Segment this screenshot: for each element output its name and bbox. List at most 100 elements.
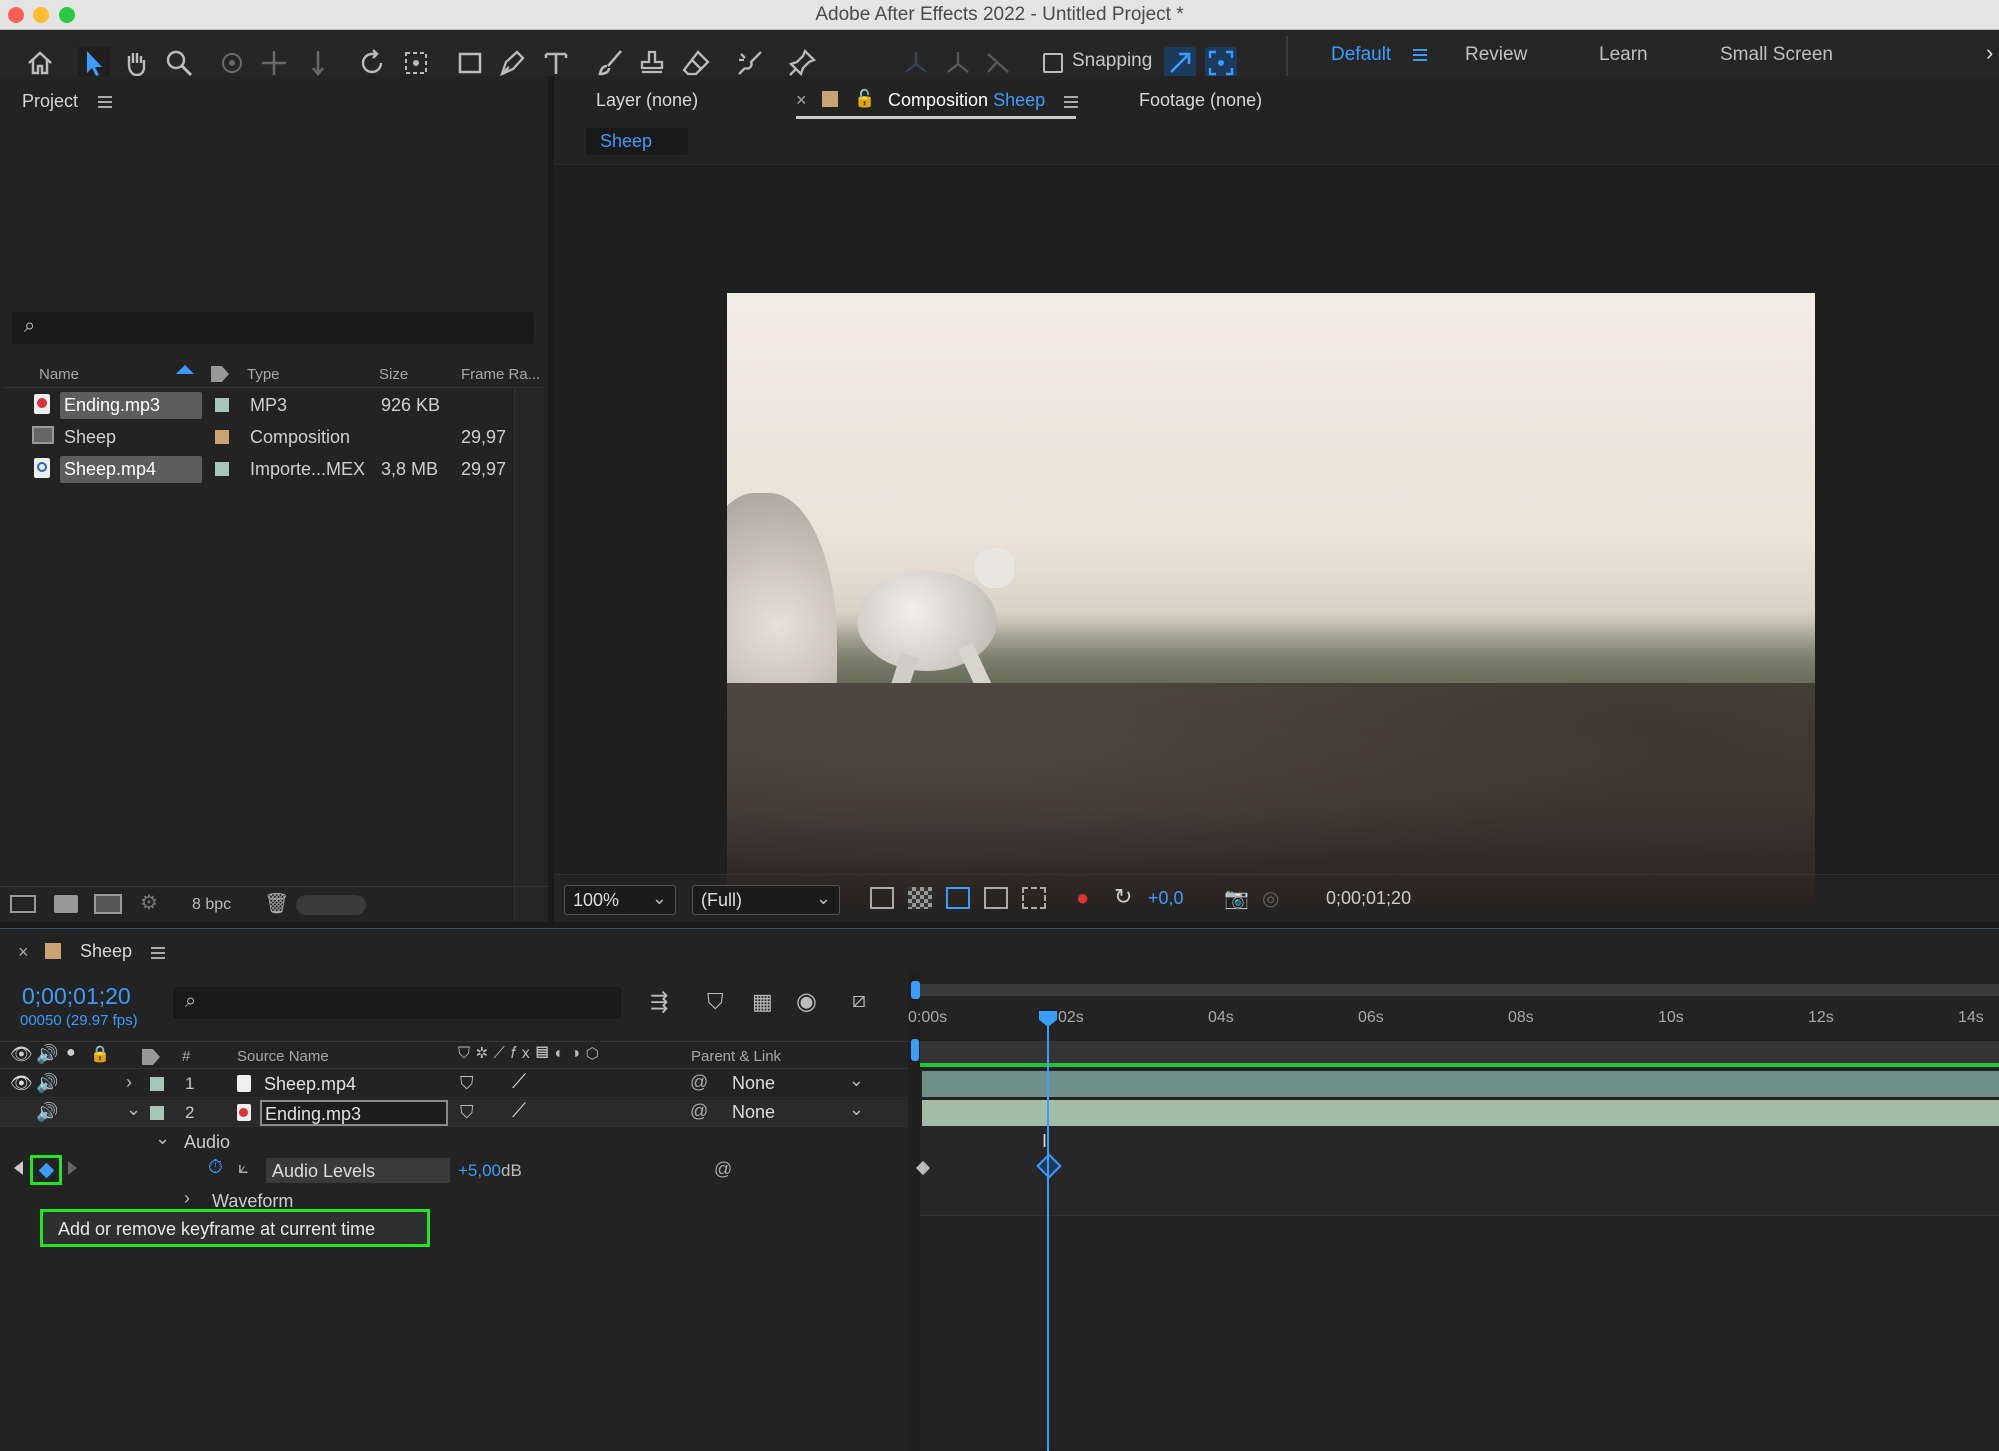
- snap-edges-icon[interactable]: [1164, 47, 1196, 79]
- pick-whip-icon[interactable]: @: [690, 1072, 708, 1093]
- timeline-menu-icon[interactable]: [151, 944, 165, 962]
- shy-switch-icon[interactable]: ⛉: [460, 1102, 474, 1123]
- region-of-interest-icon[interactable]: [984, 887, 1008, 909]
- close-timeline-icon[interactable]: ×: [18, 942, 29, 963]
- shy-layers-icon[interactable]: ⛉: [707, 989, 724, 1015]
- quality-switch-icon[interactable]: ⟋: [512, 1100, 526, 1123]
- hand-tool-icon[interactable]: [120, 47, 152, 79]
- expression-pick-whip-icon[interactable]: @: [714, 1159, 732, 1180]
- thumbnail-slider[interactable]: [296, 895, 366, 915]
- eraser-icon[interactable]: [680, 47, 712, 79]
- close-tab-icon[interactable]: ×: [796, 90, 807, 111]
- trash-icon[interactable]: 🗑: [264, 891, 289, 916]
- workspace-default[interactable]: Default: [1331, 44, 1391, 66]
- snapping-checkbox[interactable]: [1043, 53, 1063, 73]
- pan-camera-icon[interactable]: [258, 47, 290, 79]
- graph-editor-icon[interactable]: ⧄: [852, 987, 866, 1013]
- grid-guides-icon[interactable]: [1022, 887, 1046, 909]
- orbit-camera-icon[interactable]: [216, 47, 248, 79]
- audio-level-value[interactable]: +5,00: [458, 1161, 501, 1180]
- axis-world-icon[interactable]: [942, 47, 974, 79]
- mask-path-visibility-icon[interactable]: [946, 887, 970, 909]
- snap-features-icon[interactable]: [1205, 47, 1237, 79]
- expand-chevron-icon[interactable]: ›: [126, 1072, 132, 1093]
- roto-brush-icon[interactable]: [734, 47, 766, 79]
- project-item-ending-mp3[interactable]: Ending.mp3 MP3 926 KB ⚇: [4, 390, 537, 420]
- add-remove-keyframe-button[interactable]: [30, 1155, 62, 1185]
- composition-menu-icon[interactable]: [1064, 93, 1078, 111]
- pan-behind-icon[interactable]: [400, 47, 432, 79]
- property-value[interactable]: +5,00dB: [458, 1161, 522, 1181]
- parent-dropdown[interactable]: None ⌄: [722, 1099, 872, 1125]
- selection-tool-icon[interactable]: [78, 47, 110, 79]
- tab-composition[interactable]: Composition Sheep: [888, 90, 1045, 111]
- audio-levels-row[interactable]: ⏱ ⟀ Audio Levels +5,00dB @: [0, 1155, 908, 1185]
- composition-frame[interactable]: [727, 293, 1815, 905]
- type-tool-icon[interactable]: [540, 47, 572, 79]
- video-visibility-icon[interactable]: 👁: [10, 1073, 33, 1094]
- workspace-learn[interactable]: Learn: [1599, 44, 1648, 66]
- collapse-chevron-icon[interactable]: ⌄: [155, 1128, 170, 1149]
- work-area-marker[interactable]: [911, 1039, 919, 1061]
- dolly-camera-icon[interactable]: [302, 47, 334, 79]
- shy-switch-icon[interactable]: ⛉: [460, 1073, 474, 1094]
- work-area-start-handle[interactable]: [911, 981, 920, 999]
- new-composition-icon[interactable]: [94, 894, 122, 914]
- new-folder-icon[interactable]: [54, 895, 78, 913]
- project-menu-icon[interactable]: [98, 93, 112, 111]
- fast-previews-icon[interactable]: [870, 887, 894, 909]
- project-search-input[interactable]: ⌕: [12, 312, 534, 344]
- project-item-sheep-mp4[interactable]: Sheep.mp4 Importe...MEX 3,8 MB 29,97: [4, 454, 514, 484]
- label-swatch[interactable]: [215, 462, 229, 476]
- magnification-dropdown[interactable]: 100% ⌄: [564, 885, 676, 915]
- tab-layer[interactable]: Layer (none): [596, 90, 698, 111]
- lock-icon[interactable]: 🔓: [854, 89, 875, 109]
- layer-label-swatch[interactable]: [150, 1077, 164, 1091]
- timeline-search-input[interactable]: ⌕: [173, 987, 621, 1019]
- rectangle-tool-icon[interactable]: [454, 47, 486, 79]
- previous-keyframe-icon[interactable]: [14, 1161, 23, 1175]
- resolution-dropdown[interactable]: (Full) ⌄: [692, 885, 840, 915]
- timeline-comp-name[interactable]: Sheep: [80, 941, 132, 962]
- tab-footage[interactable]: Footage (none): [1139, 90, 1262, 111]
- project-settings-icon[interactable]: ⚙: [140, 890, 158, 915]
- interpret-footage-icon[interactable]: [10, 895, 36, 913]
- col-frame-rate[interactable]: Frame Ra...: [461, 366, 540, 383]
- collapse-chevron-icon[interactable]: ⌄: [126, 1099, 141, 1120]
- pen-tool-icon[interactable]: [496, 47, 528, 79]
- sort-ascending-icon[interactable]: [176, 365, 194, 374]
- puppet-pin-icon[interactable]: [786, 47, 818, 79]
- overflow-chevron-icon[interactable]: ›: [1986, 40, 1993, 66]
- channels-icon[interactable]: ●: [1076, 885, 1089, 911]
- label-swatch[interactable]: [215, 430, 229, 444]
- home-icon[interactable]: [24, 47, 56, 79]
- frame-blending-icon[interactable]: ▦: [752, 989, 773, 1015]
- color-depth[interactable]: 8 bpc: [192, 896, 231, 914]
- layer-bar-ending-mp3[interactable]: [922, 1100, 1999, 1126]
- parent-dropdown[interactable]: None ⌄: [722, 1070, 872, 1096]
- col-type[interactable]: Type: [247, 366, 280, 383]
- work-area-bar[interactable]: [920, 984, 1999, 996]
- rotate-tool-icon[interactable]: [356, 47, 388, 79]
- layer-row-1[interactable]: 👁 🔊 › 1 Sheep.mp4 ⛉ ⟋ @ None ⌄: [0, 1070, 908, 1098]
- axis-view-icon[interactable]: [982, 47, 1014, 79]
- next-keyframe-icon[interactable]: [68, 1161, 77, 1175]
- label-swatch[interactable]: [215, 398, 229, 412]
- motion-blur-icon[interactable]: ◉: [796, 987, 817, 1016]
- col-source-name[interactable]: Source Name: [237, 1048, 329, 1065]
- pick-whip-icon[interactable]: @: [690, 1101, 708, 1122]
- expand-chevron-icon[interactable]: ›: [184, 1188, 190, 1209]
- audio-toggle-icon[interactable]: 🔊: [36, 1073, 58, 1094]
- composition-flowchart-icon[interactable]: ⇶: [650, 989, 668, 1015]
- transparency-grid-icon[interactable]: [908, 887, 932, 909]
- clone-stamp-icon[interactable]: [636, 47, 668, 79]
- property-name-field[interactable]: Audio Levels: [266, 1158, 450, 1183]
- label-tag-icon[interactable]: [211, 366, 229, 382]
- col-size[interactable]: Size: [379, 366, 408, 383]
- layer-source-name[interactable]: Sheep.mp4: [264, 1074, 356, 1095]
- exposure-value[interactable]: +0,0: [1148, 888, 1184, 909]
- zoom-tool-icon[interactable]: [163, 47, 195, 79]
- brush-tool-icon[interactable]: [594, 47, 626, 79]
- project-item-sheep-comp[interactable]: Sheep Composition 29,97: [4, 422, 514, 452]
- project-scrollbar[interactable]: [514, 388, 544, 968]
